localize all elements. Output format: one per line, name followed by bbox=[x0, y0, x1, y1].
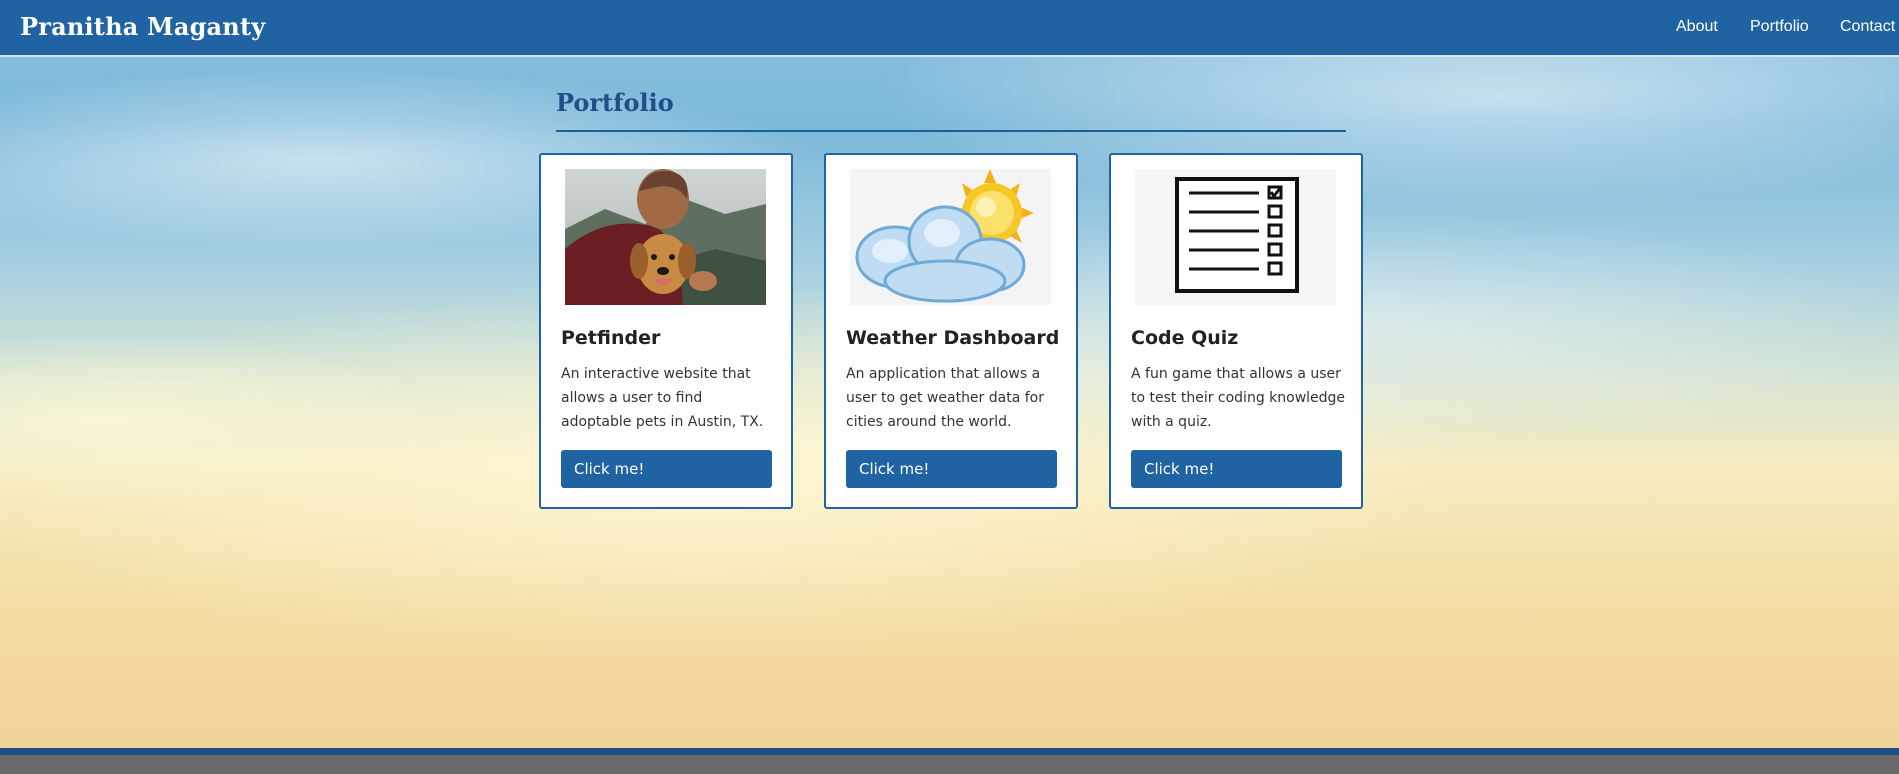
card-description: A fun game that allows a user to test th… bbox=[1131, 366, 1346, 430]
click-me-button[interactable]: Click me! bbox=[1131, 450, 1342, 488]
project-card-code-quiz: Code Quiz A fun game that allows a user … bbox=[1109, 153, 1363, 509]
card-description: An interactive website that allows a use… bbox=[561, 366, 764, 430]
project-card-weather-dashboard: Weather Dashboard An application that al… bbox=[824, 153, 1078, 509]
man-hugging-dog-photo bbox=[565, 169, 766, 305]
click-me-button[interactable]: Click me! bbox=[561, 450, 772, 488]
nav-links: About Portfolio Contact bbox=[0, 18, 1899, 38]
nav-link-about[interactable]: About bbox=[1676, 18, 1718, 36]
footer bbox=[0, 748, 1899, 774]
nav-link-portfolio[interactable]: Portfolio bbox=[1750, 18, 1809, 36]
card-title: Weather Dashboard bbox=[846, 327, 1060, 349]
checklist-icon bbox=[1135, 169, 1336, 305]
navbar: Pranitha Maganty About Portfolio Contact bbox=[0, 0, 1899, 57]
project-card-petfinder: Petfinder An interactive website that al… bbox=[539, 153, 793, 509]
card-title: Code Quiz bbox=[1131, 327, 1239, 349]
sun-behind-cloud-icon bbox=[850, 169, 1051, 305]
card-description: An application that allows a user to get… bbox=[846, 366, 1044, 430]
click-me-button[interactable]: Click me! bbox=[846, 450, 1057, 488]
title-divider bbox=[556, 130, 1346, 132]
nav-link-contact[interactable]: Contact bbox=[1840, 18, 1895, 36]
card-title: Petfinder bbox=[561, 327, 661, 349]
portfolio-title: Portfolio bbox=[556, 88, 674, 117]
